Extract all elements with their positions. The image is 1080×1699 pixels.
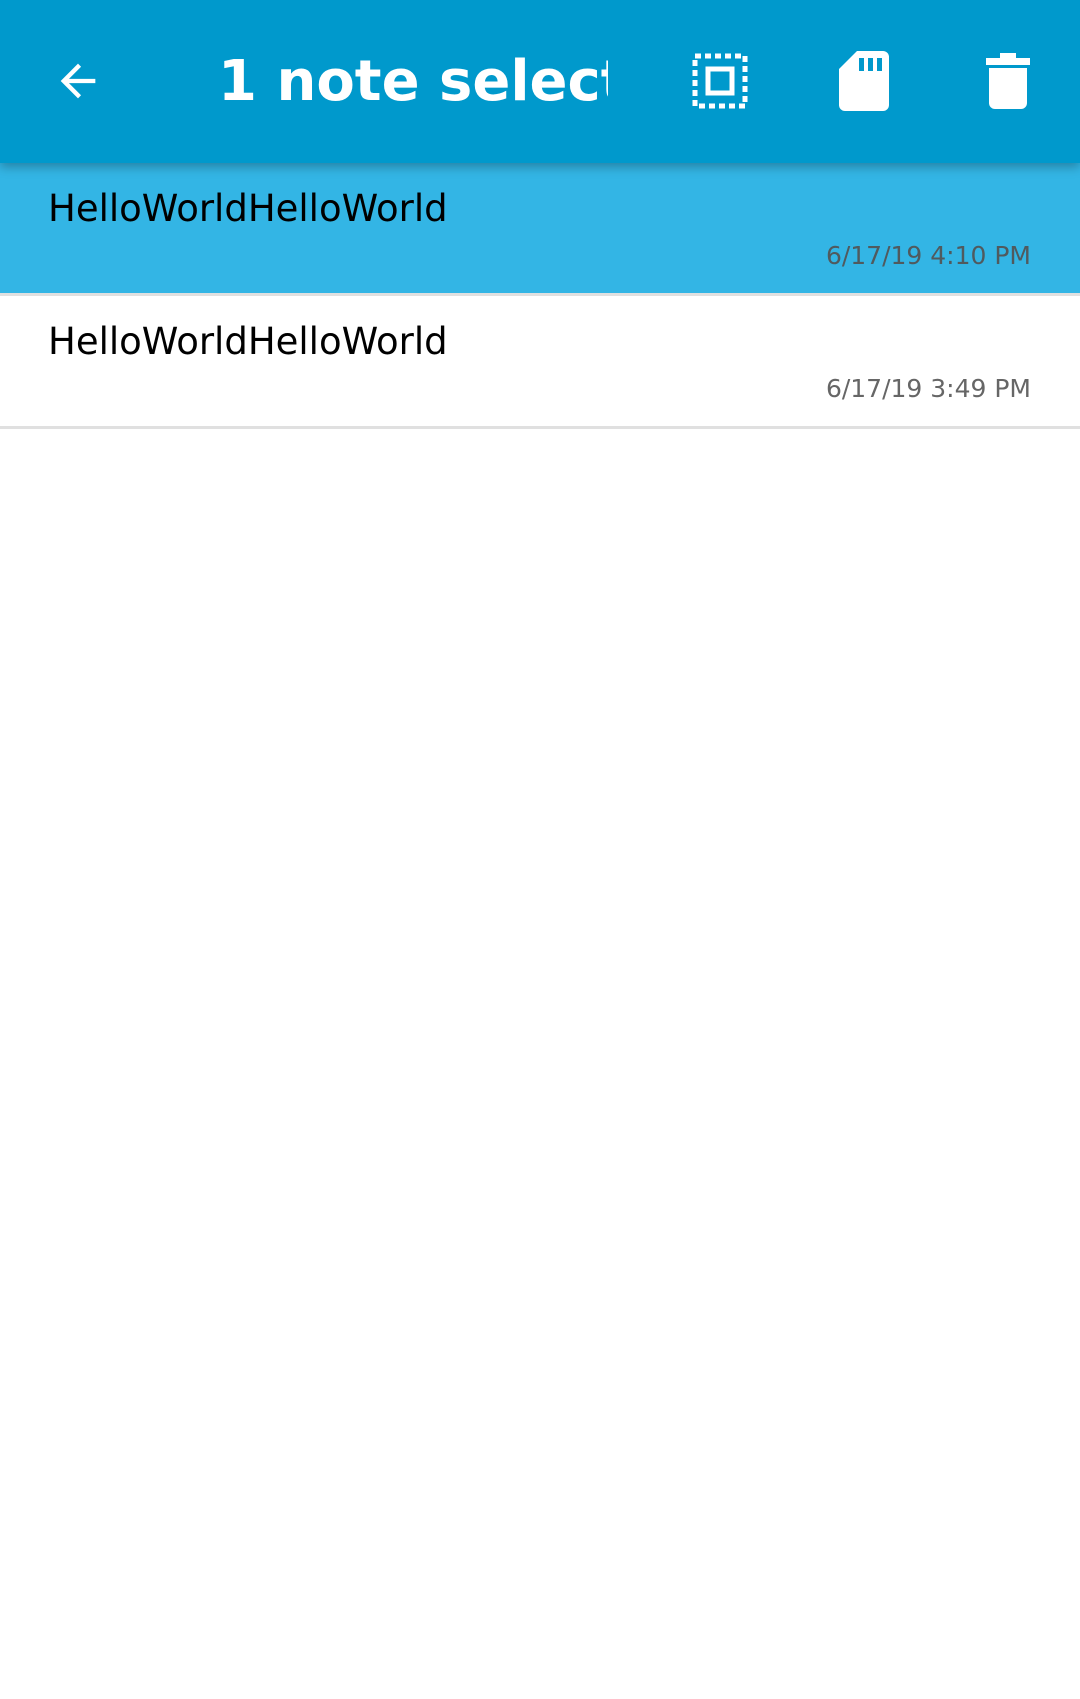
select-all-button[interactable]	[665, 26, 775, 136]
note-item[interactable]: HelloWorldHelloWorld 6/17/19 3:49 PM	[0, 296, 1080, 429]
notes-list: HelloWorldHelloWorld 6/17/19 4:10 PM Hel…	[0, 163, 1080, 429]
note-date: 6/17/19 4:10 PM	[825, 241, 1031, 270]
save-to-sd-button[interactable]	[809, 26, 919, 136]
trash-icon	[986, 53, 1030, 109]
selection-count-title: 1 note select…	[218, 49, 608, 114]
action-mode-toolbar: 1 note select…	[0, 0, 1080, 163]
note-text: HelloWorldHelloWorld	[48, 187, 448, 230]
note-text: HelloWorldHelloWorld	[48, 320, 448, 363]
note-date: 6/17/19 3:49 PM	[825, 374, 1031, 403]
select-all-icon	[692, 53, 748, 109]
notes-app: 1 note select…	[0, 0, 1080, 1699]
note-item-selected[interactable]: HelloWorldHelloWorld 6/17/19 4:10 PM	[0, 163, 1080, 296]
delete-button[interactable]	[953, 26, 1063, 136]
sd-card-icon	[839, 51, 889, 111]
arrow-back-icon	[52, 55, 104, 107]
back-button[interactable]	[23, 26, 133, 136]
